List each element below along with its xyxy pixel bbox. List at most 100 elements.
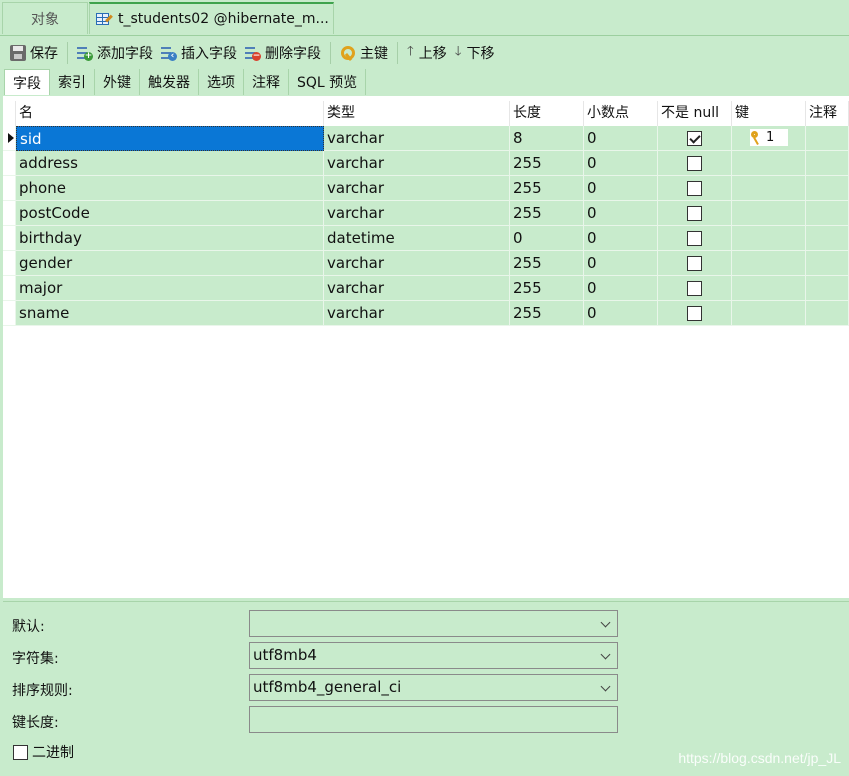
key-cell[interactable]: 1 <box>732 126 806 151</box>
field-length-cell[interactable]: 0 <box>510 226 584 251</box>
column-header-not-null[interactable]: 不是 null <box>658 101 732 126</box>
field-decimals-cell[interactable]: 0 <box>584 226 658 251</box>
insert-field-button[interactable]: ‹ 插入字段 <box>157 40 241 66</box>
comment-cell[interactable] <box>806 201 849 226</box>
field-name-cell[interactable]: gender <box>16 251 324 276</box>
column-header-decimals[interactable]: 小数点 <box>584 101 658 126</box>
not-null-checkbox[interactable] <box>687 231 702 246</box>
not-null-checkbox[interactable] <box>687 156 702 171</box>
field-type-cell[interactable]: varchar <box>324 176 510 201</box>
primary-key-button[interactable]: 主键 <box>336 40 392 66</box>
field-decimals-cell[interactable]: 0 <box>584 176 658 201</box>
column-header-type[interactable]: 类型 <box>324 101 510 126</box>
tab-sql-preview[interactable]: SQL 预览 <box>289 69 367 95</box>
comment-cell[interactable] <box>806 251 849 276</box>
field-decimals-cell[interactable]: 0 <box>584 126 658 151</box>
table-row[interactable]: sname varchar 255 0 <box>3 301 849 326</box>
field-decimals-cell[interactable]: 0 <box>584 276 658 301</box>
field-name-cell[interactable]: sname <box>16 301 324 326</box>
field-length-cell[interactable]: 255 <box>510 176 584 201</box>
field-decimals-cell[interactable]: 0 <box>584 201 658 226</box>
row-indicator <box>3 176 16 201</box>
field-length-cell[interactable]: 255 <box>510 276 584 301</box>
field-decimals-cell[interactable]: 0 <box>584 151 658 176</box>
tab-comment[interactable]: 注释 <box>244 69 289 95</box>
field-type-cell[interactable]: varchar <box>324 276 510 301</box>
key-cell[interactable] <box>732 276 806 301</box>
column-header-length[interactable]: 长度 <box>510 101 584 126</box>
comment-cell[interactable] <box>806 226 849 251</box>
save-button[interactable]: 保存 <box>6 40 62 66</box>
key-cell[interactable] <box>732 226 806 251</box>
field-type-cell[interactable]: datetime <box>324 226 510 251</box>
tab-indexes[interactable]: 索引 <box>50 69 95 95</box>
field-name-cell[interactable]: major <box>16 276 324 301</box>
comment-cell[interactable] <box>806 151 849 176</box>
column-header-comment[interactable]: 注释 <box>806 101 849 126</box>
comment-cell[interactable] <box>806 126 849 151</box>
tab-options[interactable]: 选项 <box>199 69 244 95</box>
row-indicator <box>3 126 16 151</box>
field-type-cell[interactable]: varchar <box>324 201 510 226</box>
not-null-checkbox[interactable] <box>687 206 702 221</box>
not-null-cell <box>658 251 732 276</box>
field-type-cell[interactable]: varchar <box>324 251 510 276</box>
comment-cell[interactable] <box>806 301 849 326</box>
table-row[interactable]: gender varchar 255 0 <box>3 251 849 276</box>
field-decimals-cell[interactable]: 0 <box>584 301 658 326</box>
key-cell[interactable] <box>732 176 806 201</box>
not-null-checkbox[interactable] <box>687 281 702 296</box>
comment-cell[interactable] <box>806 176 849 201</box>
key-cell[interactable] <box>732 201 806 226</box>
field-name-cell[interactable]: sid <box>16 126 324 151</box>
field-decimals-cell[interactable]: 0 <box>584 251 658 276</box>
move-up-button[interactable]: 🡑 上移 <box>403 40 451 66</box>
key-length-input[interactable] <box>249 706 618 733</box>
comment-cell[interactable] <box>806 276 849 301</box>
field-name-cell[interactable]: birthday <box>16 226 324 251</box>
column-header-name[interactable]: 名 <box>16 101 324 126</box>
add-field-button[interactable]: + 添加字段 <box>73 40 157 66</box>
key-cell[interactable] <box>732 301 806 326</box>
chevron-down-icon[interactable] <box>595 611 617 636</box>
column-header-key[interactable]: 键 <box>732 101 806 126</box>
table-row[interactable]: sid varchar 8 0 1 <box>3 126 849 151</box>
field-type-cell[interactable]: varchar <box>324 126 510 151</box>
collation-select[interactable]: utf8mb4_general_ci <box>249 674 618 701</box>
field-name-cell[interactable]: phone <box>16 176 324 201</box>
binary-checkbox[interactable]: 二进制 <box>13 742 74 762</box>
not-null-checkbox[interactable] <box>687 131 702 146</box>
field-length-cell[interactable]: 255 <box>510 301 584 326</box>
not-null-checkbox[interactable] <box>687 306 702 321</box>
header-indicator <box>3 101 16 126</box>
field-name-cell[interactable]: address <box>16 151 324 176</box>
table-row[interactable]: major varchar 255 0 <box>3 276 849 301</box>
tab-foreign-keys[interactable]: 外键 <box>95 69 140 95</box>
move-down-button[interactable]: 🡓 下移 <box>451 40 499 66</box>
field-type-cell[interactable]: varchar <box>324 151 510 176</box>
tab-triggers[interactable]: 触发器 <box>140 69 199 95</box>
key-cell[interactable] <box>732 151 806 176</box>
tab-table-design[interactable]: t_students02 @hibernate_m... <box>89 2 334 34</box>
delete-field-button[interactable]: − 删除字段 <box>241 40 325 66</box>
field-name-cell[interactable]: postCode <box>16 201 324 226</box>
table-row[interactable]: birthday datetime 0 0 <box>3 226 849 251</box>
not-null-checkbox[interactable] <box>687 181 702 196</box>
field-length-cell[interactable]: 255 <box>510 251 584 276</box>
field-type-cell[interactable]: varchar <box>324 301 510 326</box>
chevron-down-icon[interactable] <box>595 675 617 700</box>
chevron-down-icon[interactable] <box>595 643 617 668</box>
key-cell[interactable] <box>732 251 806 276</box>
tab-fields[interactable]: 字段 <box>4 69 50 95</box>
tab-objects[interactable]: 对象 <box>2 2 88 34</box>
field-length-cell[interactable]: 255 <box>510 201 584 226</box>
binary-checkbox-box[interactable] <box>13 744 28 760</box>
default-combobox[interactable] <box>249 610 618 637</box>
table-row[interactable]: address varchar 255 0 <box>3 151 849 176</box>
table-row[interactable]: postCode varchar 255 0 <box>3 201 849 226</box>
charset-select[interactable]: utf8mb4 <box>249 642 618 669</box>
not-null-checkbox[interactable] <box>687 256 702 271</box>
table-row[interactable]: phone varchar 255 0 <box>3 176 849 201</box>
field-length-cell[interactable]: 255 <box>510 151 584 176</box>
field-length-cell[interactable]: 8 <box>510 126 584 151</box>
